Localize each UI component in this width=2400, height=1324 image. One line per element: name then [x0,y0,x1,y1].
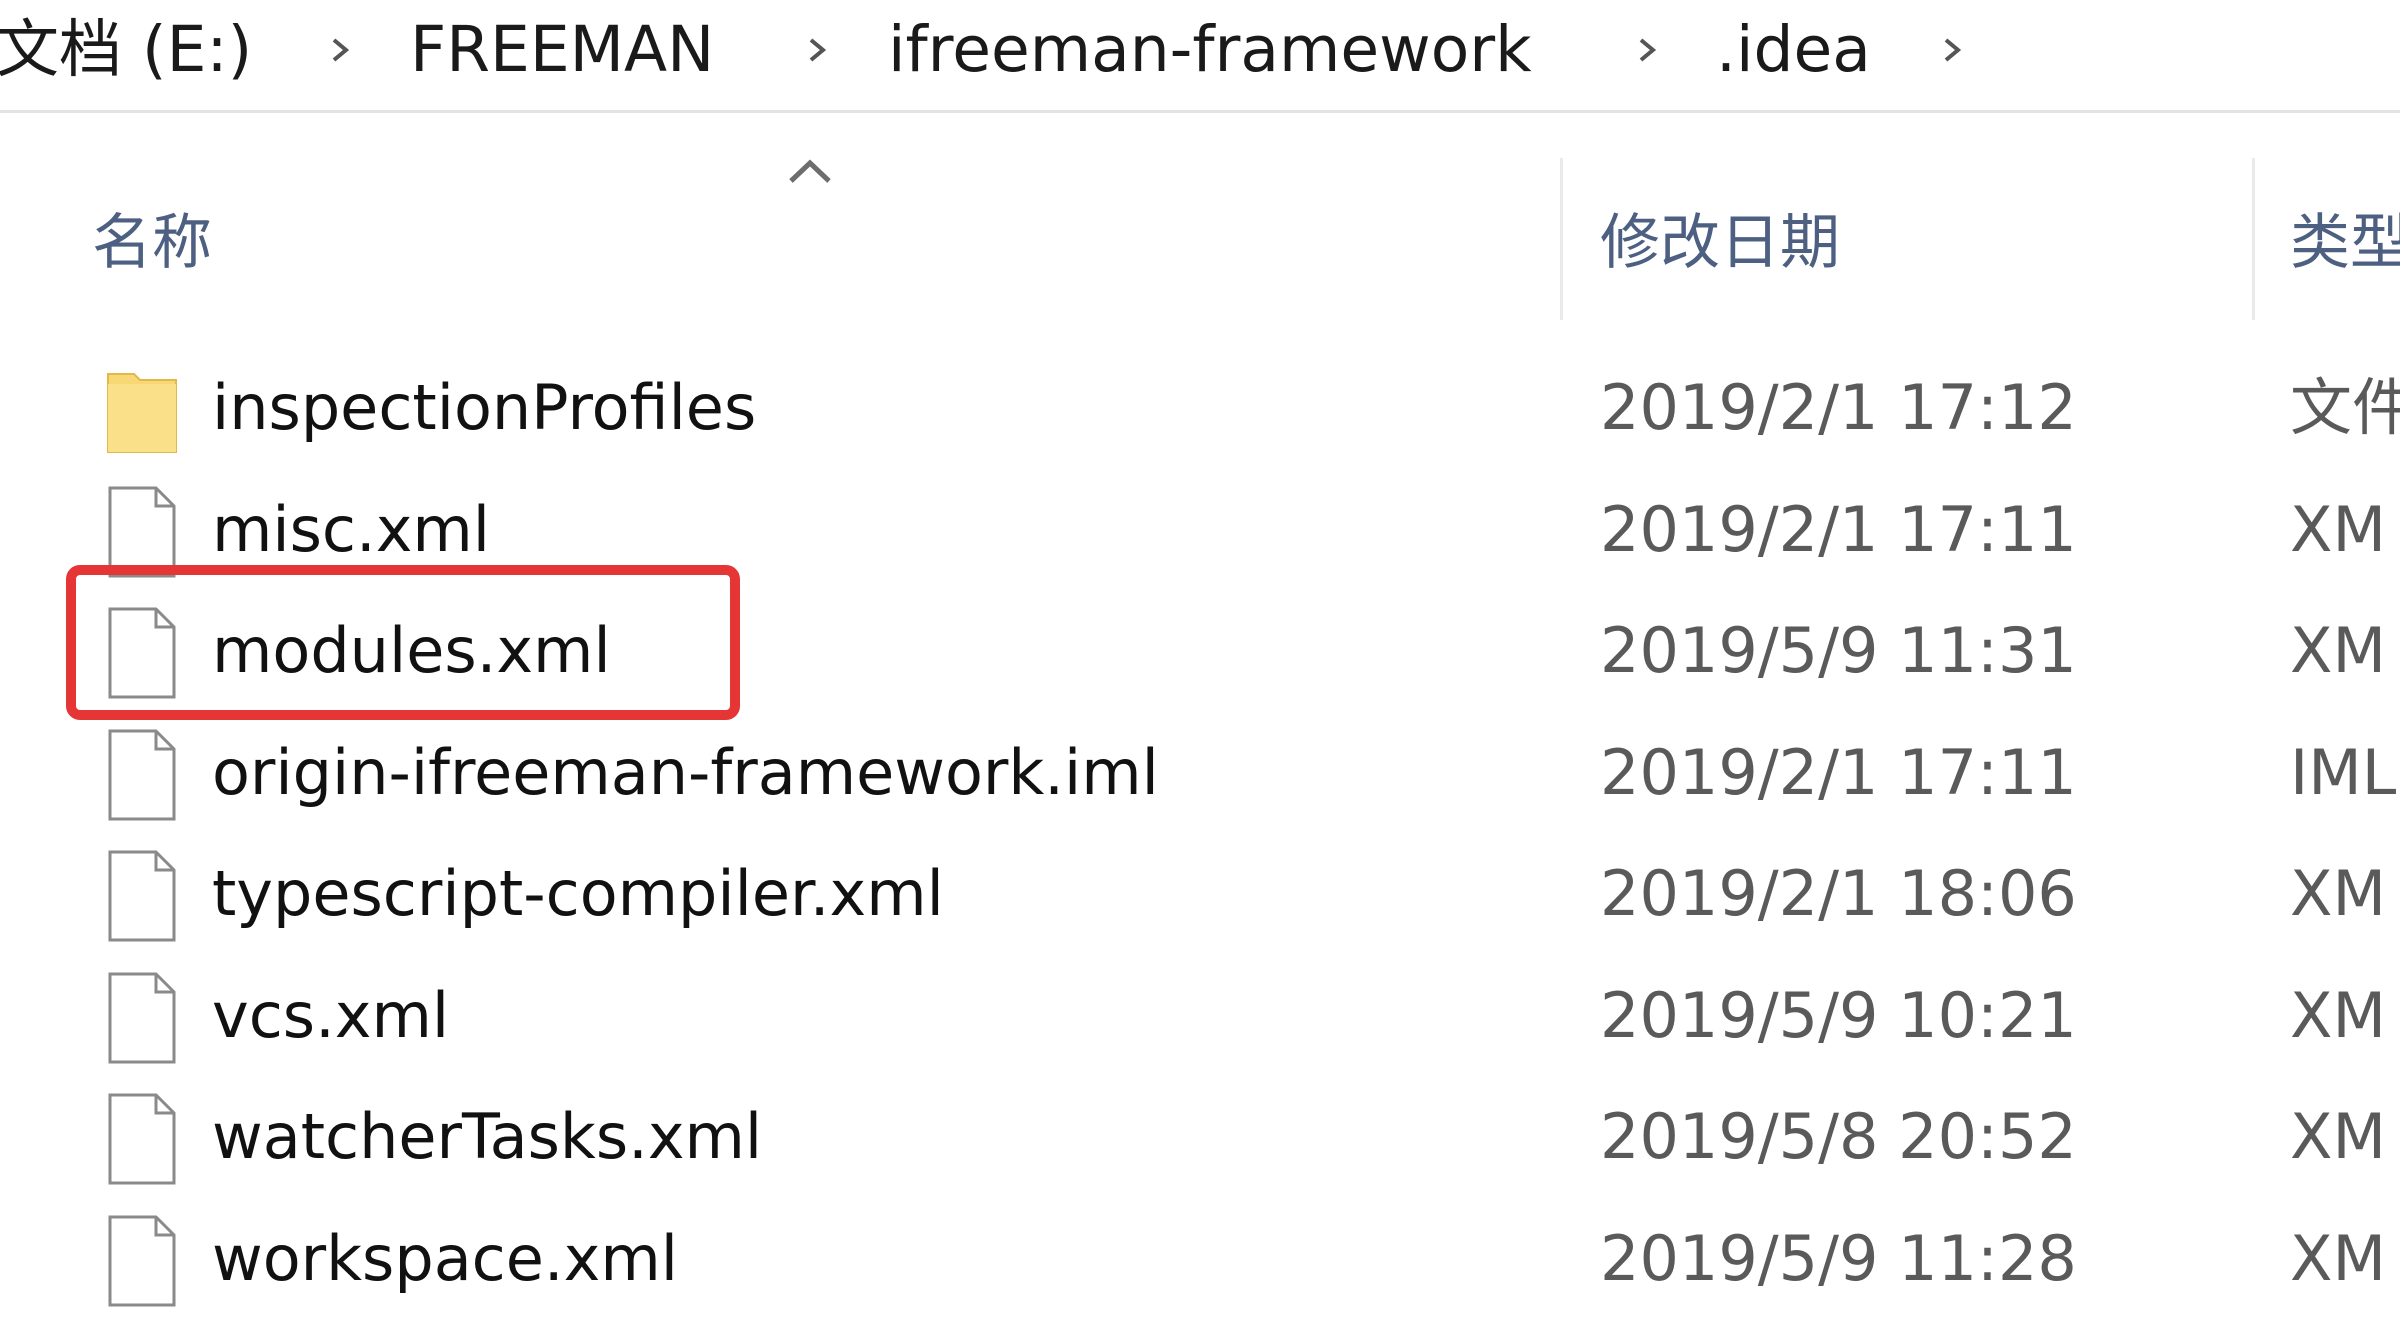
file-icon [108,1215,176,1306]
chevron-right-icon[interactable] [1930,28,1974,72]
file-name: inspectionProfiles [212,371,757,444]
column-header-modified[interactable]: 修改日期 [1600,203,1840,283]
column-header-name[interactable]: 名称 [92,203,212,283]
list-item[interactable]: misc.xml 2019/2/1 17:11 XM [0,472,2400,594]
list-item[interactable]: typescript-compiler.xml 2019/2/1 18:06 X… [0,836,2400,958]
breadcrumb-item-freeman[interactable]: FREEMAN [410,10,714,90]
file-name: origin-ifreeman-framework.iml [212,735,1159,809]
file-icon [108,850,176,942]
file-name: workspace.xml [212,1221,678,1295]
file-icon [108,972,176,1063]
list-item[interactable]: workspace.xml 2019/5/9 11:28 XM [0,1201,2400,1323]
list-item[interactable]: vcs.xml 2019/5/9 10:21 XM [0,958,2400,1080]
file-type: IML [2290,735,2397,809]
file-name: misc.xml [212,492,491,566]
file-modified: 2019/5/8 20:52 [1600,1100,2077,1173]
column-header-row: 名称 修改日期 类型 [0,113,2400,328]
chevron-right-icon[interactable] [318,28,362,72]
list-item[interactable]: inspectionProfiles 2019/2/1 17:12 文件 [0,350,2400,472]
sort-ascending-icon [789,159,831,183]
file-modified: 2019/5/9 11:31 [1600,614,2077,687]
file-type: XM [2290,978,2386,1052]
file-type: XM [2290,1100,2386,1173]
file-type: 文件 [2290,371,2400,444]
column-divider[interactable] [1560,158,1563,320]
file-modified: 2019/5/9 10:21 [1600,978,2077,1052]
chevron-right-icon[interactable] [795,28,839,72]
breadcrumb-item-framework[interactable]: ifreeman-framework [888,10,1532,90]
list-item[interactable]: watcherTasks.xml 2019/5/8 20:52 XM [0,1079,2400,1201]
file-modified: 2019/5/9 11:28 [1600,1221,2077,1295]
file-icon [108,607,176,699]
list-item[interactable]: origin-ifreeman-framework.iml 2019/2/1 1… [0,715,2400,837]
file-type: XM [2290,614,2386,687]
file-name: modules.xml [212,614,611,687]
file-icon [108,1093,176,1185]
folder-icon [107,373,177,453]
file-type: XM [2290,857,2386,930]
file-name: watcherTasks.xml [212,1100,763,1173]
breadcrumb: 文档 (E:) FREEMAN ifreeman-framework .idea [0,0,2400,113]
breadcrumb-item-drive[interactable]: 文档 (E:) [0,10,252,90]
file-list: inspectionProfiles 2019/2/1 17:12 文件 mis… [0,350,2400,1322]
file-icon [108,486,176,577]
column-header-type[interactable]: 类型 [2290,203,2400,283]
file-name: typescript-compiler.xml [212,857,944,930]
breadcrumb-item-idea[interactable]: .idea [1716,10,1871,90]
file-type: XM [2290,1221,2386,1295]
file-modified: 2019/2/1 17:12 [1600,371,2077,444]
file-modified: 2019/2/1 17:11 [1600,735,2077,809]
file-name: vcs.xml [212,978,450,1052]
column-divider[interactable] [2252,158,2255,320]
file-modified: 2019/2/1 17:11 [1600,492,2077,566]
list-item[interactable]: modules.xml 2019/5/9 11:31 XM [0,593,2400,715]
chevron-right-icon[interactable] [1625,28,1669,72]
file-type: XM [2290,492,2386,566]
file-modified: 2019/2/1 18:06 [1600,857,2077,930]
file-icon [108,729,176,820]
